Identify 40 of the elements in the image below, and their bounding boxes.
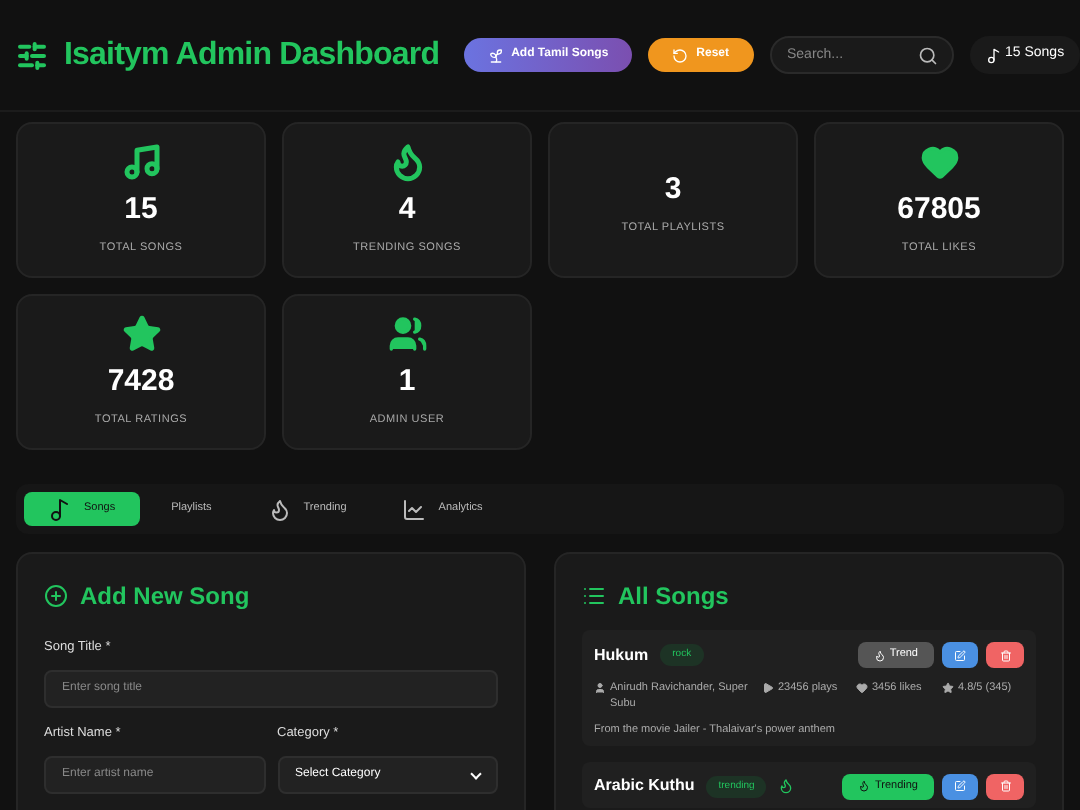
flame-icon	[778, 778, 795, 795]
star-icon	[121, 314, 161, 355]
flame-icon	[873, 649, 886, 661]
users-icon	[387, 314, 427, 355]
stat-value: 67805	[897, 194, 981, 225]
music-note-icon	[48, 497, 72, 521]
edit-icon	[954, 780, 966, 793]
trash-icon	[999, 780, 1011, 793]
sprout-icon	[487, 47, 504, 63]
stat-value: 3	[664, 174, 682, 205]
heart-icon	[919, 142, 959, 183]
edit-button[interactable]	[942, 773, 978, 800]
stat-value: 1	[398, 366, 416, 397]
music-note-icon	[985, 47, 1001, 63]
chevron-icon	[470, 768, 482, 780]
reset-icon	[672, 47, 689, 63]
stat-value: 15	[124, 194, 158, 225]
trash-icon	[999, 649, 1011, 661]
panel-title: Add New Song	[80, 580, 250, 614]
edit-icon	[954, 649, 966, 661]
stat-value: 7428	[107, 366, 175, 397]
panel-title: All Songs	[618, 580, 729, 614]
edit-button[interactable]	[942, 642, 978, 668]
delete-button[interactable]	[986, 773, 1024, 800]
dashboard-title: Isaitym Admin Dashboard	[64, 35, 440, 75]
play-icon	[762, 682, 774, 694]
star-icon	[942, 682, 954, 694]
flame-icon	[267, 497, 292, 521]
line-chart-icon	[402, 497, 427, 521]
stat-value: 4	[398, 194, 416, 225]
song-title: Hukum	[594, 643, 649, 667]
delete-button[interactable]	[986, 642, 1024, 668]
heart-icon	[856, 682, 868, 694]
search-icon	[917, 46, 937, 66]
flame-icon	[858, 780, 871, 793]
user-icon	[594, 682, 606, 694]
plus-icon	[44, 584, 68, 608]
song-title: Arabic Kuthu	[594, 774, 695, 799]
sliders-icon	[16, 39, 48, 71]
music-note-icon	[121, 142, 161, 183]
